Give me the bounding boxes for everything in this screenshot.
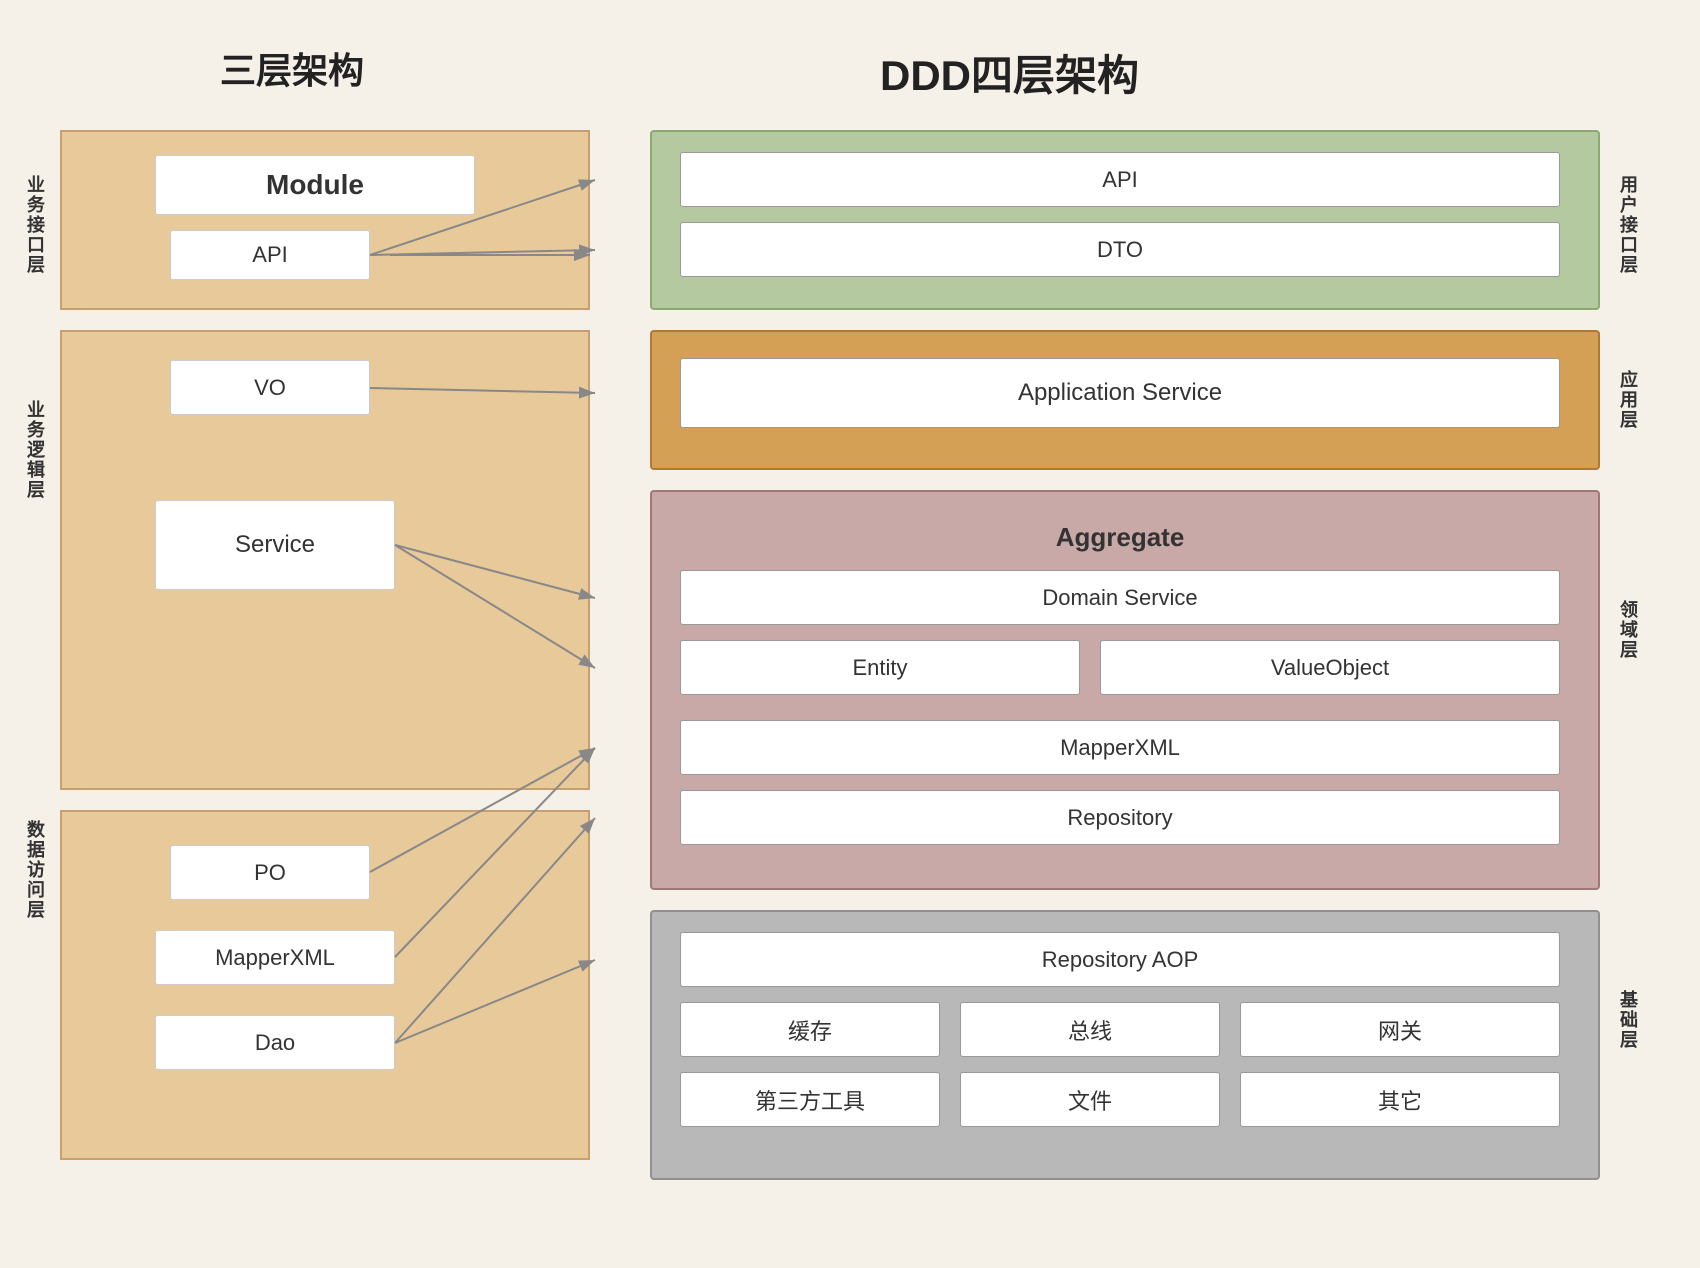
api-in-module-box: API	[170, 230, 370, 280]
entity-box: Entity	[680, 640, 1080, 695]
dto-box: DTO	[680, 222, 1560, 277]
value-object-box: ValueObject	[1100, 640, 1560, 695]
label-infrastructure: 基础层	[1615, 990, 1641, 1050]
mapper-xml-left-box: MapperXML	[155, 930, 395, 985]
label-business-logic: 业务逻辑层	[22, 400, 48, 500]
service-box: Service	[155, 500, 395, 590]
po-box: PO	[170, 845, 370, 900]
repository-box: Repository	[680, 790, 1560, 845]
title-right: DDD四层架构	[880, 42, 1139, 103]
label-domain: 领域层	[1615, 600, 1641, 660]
mapper-xml-right-box: MapperXML	[680, 720, 1560, 775]
gateway-box: 网关	[1240, 1002, 1560, 1057]
domain-service-box: Domain Service	[680, 570, 1560, 625]
file-box: 文件	[960, 1072, 1220, 1127]
others-box: 其它	[1240, 1072, 1560, 1127]
application-service-box: Application Service	[680, 358, 1560, 428]
label-data-access: 数据访问层	[22, 820, 48, 920]
repository-aop-box: Repository AOP	[680, 932, 1560, 987]
vo-box: VO	[170, 360, 370, 415]
api-right-box: API	[680, 152, 1560, 207]
aggregate-label: Aggregate	[680, 510, 1560, 565]
third-party-box: 第三方工具	[680, 1072, 940, 1127]
label-business-interface: 业务接口层	[22, 175, 48, 275]
label-user-interface: 用户接口层	[1615, 175, 1641, 275]
module-label: Module	[155, 155, 475, 215]
title-left: 三层架构	[220, 42, 364, 94]
cache-box: 缓存	[680, 1002, 940, 1057]
bus-box: 总线	[960, 1002, 1220, 1057]
label-application: 应用层	[1615, 370, 1641, 430]
dao-box: Dao	[155, 1015, 395, 1070]
